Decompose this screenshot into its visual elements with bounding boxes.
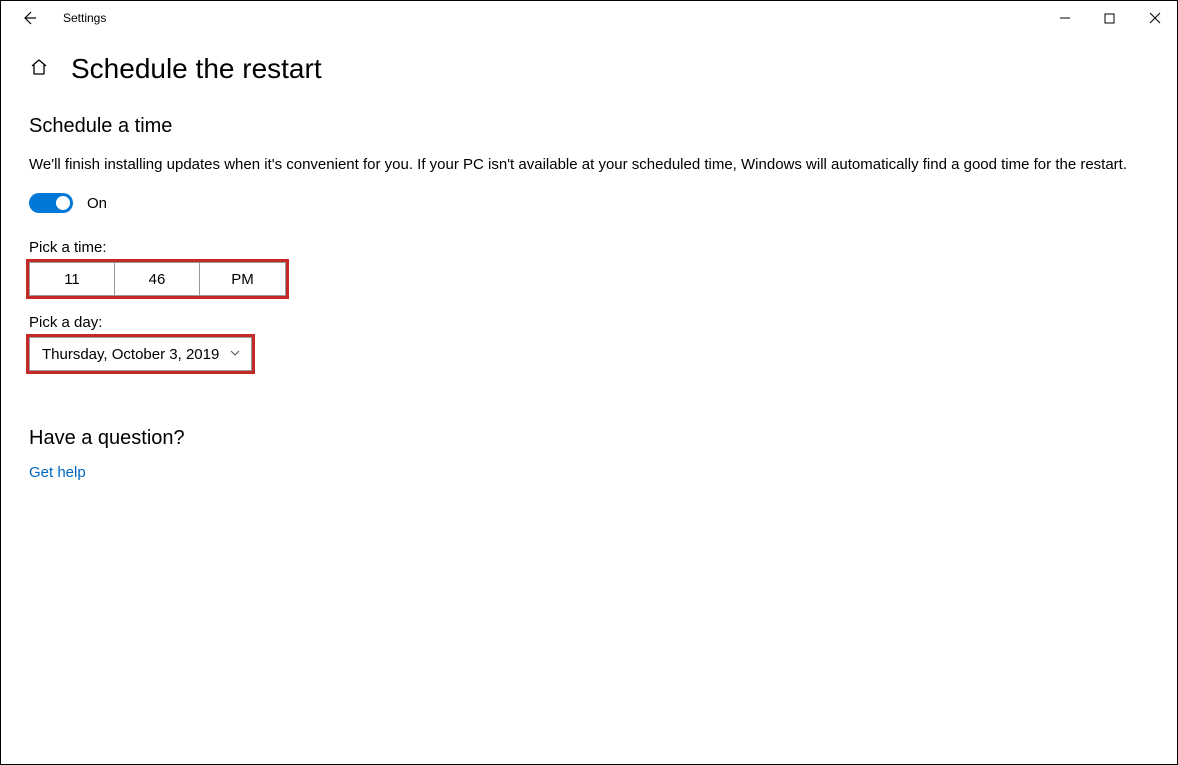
back-arrow-icon [21, 10, 37, 26]
day-picker[interactable]: Thursday, October 3, 2019 [29, 337, 252, 371]
chevron-down-icon [229, 346, 241, 363]
schedule-toggle[interactable] [29, 193, 73, 213]
close-button[interactable] [1132, 1, 1177, 35]
maximize-icon [1104, 13, 1115, 24]
page-header: Schedule the restart [1, 35, 1177, 95]
pick-day-label: Pick a day: [29, 314, 1149, 331]
minimize-icon [1059, 12, 1071, 24]
pick-time-label: Pick a time: [29, 239, 1149, 256]
home-button[interactable] [29, 57, 49, 82]
schedule-toggle-row: On [29, 193, 1149, 213]
time-minute[interactable]: 46 [115, 263, 200, 295]
window-controls [1042, 1, 1177, 35]
back-button[interactable] [9, 1, 49, 35]
window-title: Settings [63, 11, 106, 25]
help-heading: Have a question? [29, 427, 1149, 450]
day-value: Thursday, October 3, 2019 [42, 346, 219, 363]
titlebar: Settings [1, 1, 1177, 35]
time-picker[interactable]: 11 46 PM [29, 262, 286, 296]
time-ampm[interactable]: PM [200, 263, 285, 295]
minimize-button[interactable] [1042, 1, 1087, 35]
schedule-time-heading: Schedule a time [29, 115, 1149, 138]
schedule-toggle-label: On [87, 195, 107, 212]
home-icon [29, 57, 49, 77]
get-help-link[interactable]: Get help [29, 464, 1149, 481]
schedule-description: We'll finish installing updates when it'… [29, 154, 1129, 175]
content-area: Schedule a time We'll finish installing … [1, 95, 1177, 481]
close-icon [1149, 12, 1161, 24]
maximize-button[interactable] [1087, 1, 1132, 35]
page-title: Schedule the restart [71, 53, 322, 85]
time-hour[interactable]: 11 [30, 263, 115, 295]
